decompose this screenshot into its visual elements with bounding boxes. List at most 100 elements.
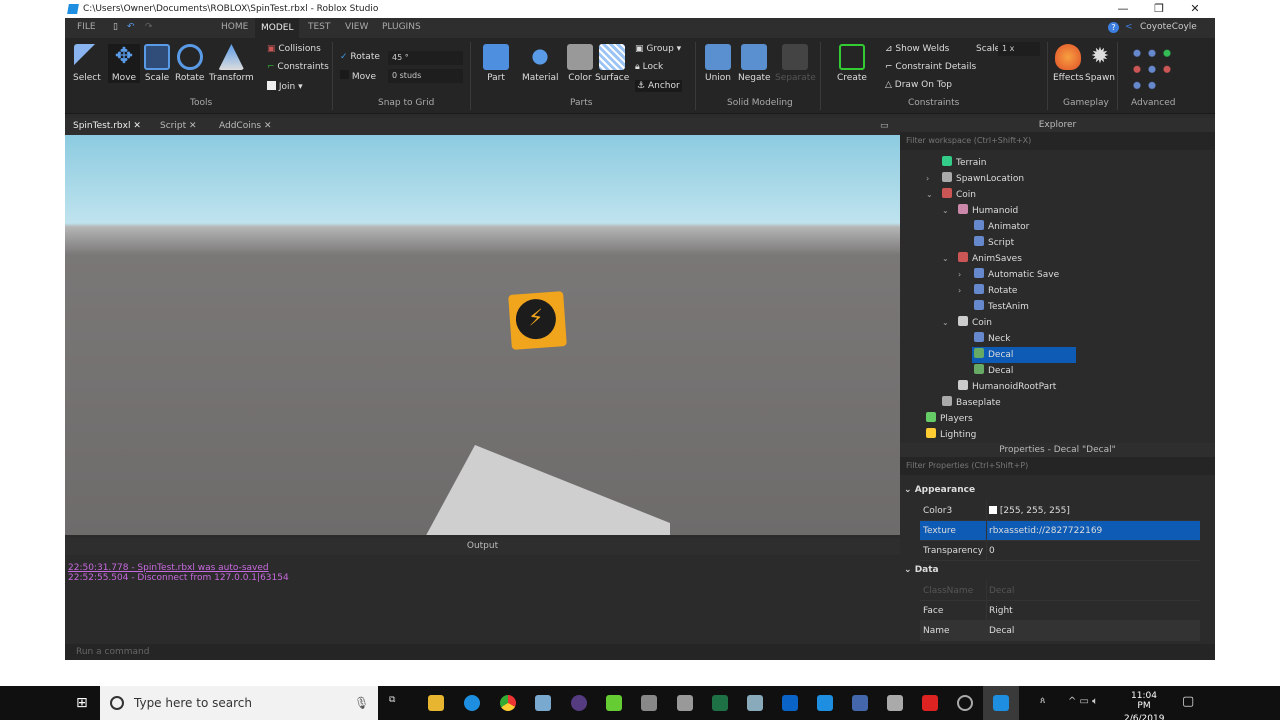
- section-data[interactable]: ⌄ Data: [904, 565, 939, 575]
- explorer-item[interactable]: Players: [926, 411, 973, 427]
- group-button[interactable]: ▣ Group ▾: [635, 44, 681, 54]
- show-welds-toggle[interactable]: ⊿ Show Welds: [885, 44, 949, 54]
- chrome-icon[interactable]: [500, 695, 516, 711]
- scale-input[interactable]: 1 x: [998, 42, 1040, 56]
- user-menu[interactable]: CoyoteCoyle: [1140, 22, 1197, 32]
- app-icon[interactable]: [606, 695, 622, 711]
- anchor-button[interactable]: ⚓︎ Anchor: [635, 80, 682, 92]
- expand-arrow-icon[interactable]: ⌄: [926, 187, 933, 203]
- property-value[interactable]: [255, 255, 255]: [986, 501, 1070, 521]
- minimize-button[interactable]: —: [1105, 0, 1141, 18]
- command-bar-input[interactable]: Run a command: [65, 644, 1215, 660]
- property-row-color3[interactable]: Color3 [255, 255, 255]: [920, 501, 1200, 521]
- taskbar-search-input[interactable]: Type here to search 🎙︎: [100, 686, 378, 720]
- tab-home[interactable]: HOME: [221, 22, 248, 32]
- snap-move-checkbox[interactable]: Move: [340, 70, 376, 82]
- property-value[interactable]: Decal: [986, 621, 1014, 641]
- draw-on-top-toggle[interactable]: △ Draw On Top: [885, 80, 952, 90]
- undo-icon[interactable]: ↶: [127, 22, 135, 32]
- tab-spintest[interactable]: SpinTest.rbxl ✕: [73, 121, 141, 131]
- expand-arrow-icon[interactable]: ⌄: [942, 251, 949, 267]
- tab-plugins[interactable]: PLUGINS: [382, 22, 421, 32]
- app-icon[interactable]: [887, 695, 903, 711]
- explorer-item[interactable]: Decal: [972, 347, 1076, 363]
- rotate-tool[interactable]: Rotate: [175, 44, 204, 83]
- share-icon[interactable]: <: [1125, 22, 1133, 32]
- explorer-item[interactable]: › SpawnLocation: [926, 171, 1024, 187]
- output-line[interactable]: 22:50:31.778 - SpinTest.rbxl was auto-sa…: [65, 563, 900, 573]
- property-row-transparency[interactable]: Transparency 0: [920, 541, 1200, 561]
- obs-icon[interactable]: [957, 695, 973, 711]
- snap-move-input[interactable]: 0 studs: [388, 69, 463, 83]
- close-tab-icon[interactable]: ✕: [189, 121, 197, 131]
- explorer-item[interactable]: Baseplate: [942, 395, 1001, 411]
- explorer-item[interactable]: Decal: [974, 363, 1013, 379]
- explorer-filter-input[interactable]: Filter workspace (Ctrl+Shift+X): [900, 132, 1215, 150]
- close-button[interactable]: ✕: [1177, 0, 1213, 18]
- separate-button[interactable]: Separate: [775, 44, 816, 83]
- effects-button[interactable]: Effects: [1053, 44, 1084, 83]
- lock-button[interactable]: 🔒︎ Lock: [635, 62, 663, 72]
- maximize-button[interactable]: ❐: [1141, 0, 1177, 18]
- device-emulator-icon[interactable]: ▭: [880, 121, 889, 131]
- spawn-button[interactable]: ✹ Spawn: [1085, 44, 1115, 83]
- property-row-face[interactable]: Face Right: [920, 601, 1200, 621]
- inkscape-icon[interactable]: [641, 695, 657, 711]
- explorer-item[interactable]: ⌄ Humanoid: [942, 203, 1018, 219]
- join-toggle[interactable]: Join ▾: [267, 81, 303, 92]
- roblox-player-icon[interactable]: [922, 695, 938, 711]
- explorer-item[interactable]: › Rotate: [958, 283, 1017, 299]
- part-button[interactable]: Part: [483, 44, 509, 83]
- section-appearance[interactable]: ⌄ Appearance: [904, 485, 975, 495]
- expand-arrow-icon[interactable]: ›: [926, 171, 929, 187]
- close-tab-icon[interactable]: ✕: [264, 121, 272, 131]
- scale-tool[interactable]: Scale: [144, 44, 170, 83]
- clock[interactable]: 11:04 PM 2/6/2019: [1124, 691, 1164, 724]
- file-explorer-icon[interactable]: [428, 695, 444, 711]
- tab-script[interactable]: Script ✕: [160, 121, 197, 131]
- surface-button[interactable]: Surface: [595, 44, 629, 83]
- explorer-item[interactable]: ⌄ Coin: [926, 187, 976, 203]
- file-menu[interactable]: FILE: [77, 22, 96, 32]
- explorer-item[interactable]: ⌄ AnimSaves: [942, 251, 1022, 267]
- tab-view[interactable]: VIEW: [345, 22, 368, 32]
- roblox-studio-taskbar-button[interactable]: [983, 686, 1019, 720]
- expand-arrow-icon[interactable]: ›: [958, 267, 961, 283]
- app-icon[interactable]: [852, 695, 868, 711]
- constraint-details-toggle[interactable]: ⌐ Constraint Details: [885, 62, 976, 72]
- property-row-texture[interactable]: Texture rbxassetid://2827722169: [920, 521, 1200, 541]
- eclipse-icon[interactable]: [571, 695, 587, 711]
- explorer-item[interactable]: › Automatic Save: [958, 267, 1059, 283]
- tray-icons[interactable]: ^ ▭ 🔈︎: [1068, 696, 1098, 707]
- notifications-icon[interactable]: ▢: [1182, 694, 1194, 709]
- teamviewer-icon[interactable]: [817, 695, 833, 711]
- explorer-item[interactable]: Neck: [974, 331, 1010, 347]
- app-icon[interactable]: [677, 695, 693, 711]
- explorer-item[interactable]: TestAnim: [974, 299, 1029, 315]
- tab-test[interactable]: TEST: [308, 22, 330, 32]
- explorer-item[interactable]: HumanoidRootPart: [958, 379, 1056, 395]
- properties-filter-input[interactable]: Filter Properties (Ctrl+Shift+P): [900, 457, 1215, 475]
- edge-icon[interactable]: [464, 695, 480, 711]
- close-tab-icon[interactable]: ✕: [133, 121, 141, 131]
- coin-part[interactable]: ⚡︎: [508, 291, 567, 350]
- move-tool[interactable]: ✥ Move: [108, 44, 140, 83]
- people-icon[interactable]: ጰ: [1040, 696, 1045, 706]
- property-row-classname[interactable]: ClassName Decal: [920, 581, 1200, 601]
- advanced-tools-icons[interactable]: [1127, 44, 1177, 90]
- create-constraint-button[interactable]: Create: [837, 44, 867, 83]
- property-value[interactable]: rbxassetid://2827722169: [986, 521, 1102, 541]
- app-icon[interactable]: [747, 695, 763, 711]
- tab-model[interactable]: MODEL: [255, 18, 300, 38]
- collisions-toggle[interactable]: ▣ Collisions: [267, 44, 321, 54]
- redo-icon[interactable]: ↷: [145, 22, 153, 32]
- excel-icon[interactable]: [712, 695, 728, 711]
- task-view-icon[interactable]: ⧉: [389, 695, 405, 711]
- select-tool[interactable]: Select: [73, 44, 101, 83]
- windows-start-icon[interactable]: ⊞: [76, 695, 88, 711]
- snap-rotate-input[interactable]: 45 °: [388, 51, 463, 65]
- property-value[interactable]: Right: [986, 601, 1013, 621]
- color-button[interactable]: Color: [567, 44, 593, 83]
- explorer-item[interactable]: Lighting: [926, 427, 976, 443]
- tab-addcoins[interactable]: AddCoins ✕: [219, 121, 272, 131]
